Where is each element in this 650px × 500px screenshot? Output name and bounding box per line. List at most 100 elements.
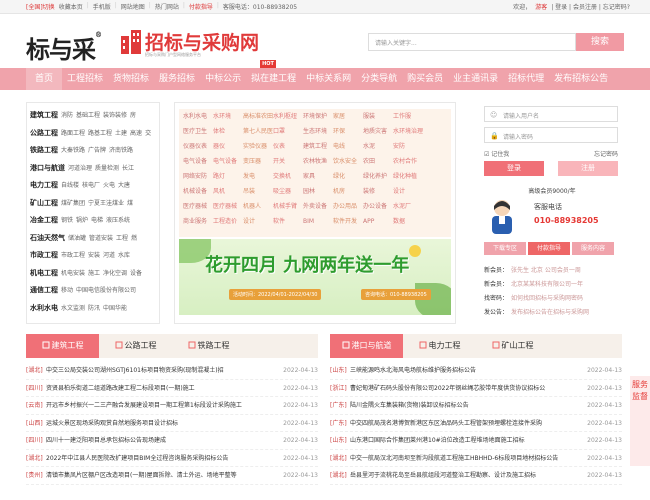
category-sub-link[interactable]: 水文监测 (61, 305, 85, 312)
tag-link[interactable]: 办公用品 (333, 199, 363, 214)
category-sub-link[interactable]: 路面工程 (61, 130, 85, 137)
payment-guide-link[interactable]: 付款指导 (189, 2, 213, 11)
notice-item[interactable]: 发公告： 发布招标公告在招标与采购网 (484, 306, 620, 320)
tag-link[interactable]: 建筑工程 (303, 139, 333, 154)
tag-link[interactable]: 装修 (363, 184, 393, 199)
category-name[interactable]: 电力工程 (30, 181, 58, 189)
tag-link[interactable]: 风机 (213, 184, 243, 199)
search-input[interactable]: 请输入关键字... (368, 33, 576, 51)
tag-link[interactable]: 环保 (333, 124, 363, 139)
row-title[interactable]: 2022年中江县人民医院改扩建项目BIM全过程咨询服务采购招标公告 (46, 450, 276, 467)
mobile-link[interactable]: 手机版 (93, 2, 111, 11)
table-row[interactable]: [湖北] 中交一航局汉北河南坝至新沟段航道工程施工HBHHD-6标段项目地材招标公… (330, 450, 622, 467)
nav-item[interactable]: 分类导航 (356, 68, 402, 90)
tag-link[interactable]: 园林 (303, 184, 333, 199)
category-sub-link[interactable]: 河道 (103, 252, 115, 259)
tab-payment-guide[interactable]: 付款指导 (528, 242, 570, 255)
forget-password-link[interactable]: 忘记密码 (594, 149, 618, 158)
table-row[interactable]: [山东] 山东港口国际合作集团莱州港10#泊位改造工程堆场地面施工招标 2022-0… (330, 432, 622, 450)
category-sub-link[interactable]: 河道治理 (68, 165, 92, 172)
tag-link[interactable]: 家居 (333, 109, 363, 124)
board-tab[interactable]: 电力工程 (403, 334, 476, 358)
table-row[interactable]: [四川] 资贤县柏乐街道二组道路改建工程二标段项目(一期)施工 2022-04-13 (26, 380, 318, 397)
tag-link[interactable]: 农村合作 (393, 154, 423, 169)
tag-link[interactable]: 机械设备 (183, 184, 213, 199)
board-tab[interactable]: 公路工程 (99, 334, 172, 358)
category-sub-link[interactable]: 工程 (116, 235, 128, 242)
tab-download[interactable]: 下载专区 (484, 242, 526, 255)
tag-link[interactable]: 水泥厂 (393, 199, 423, 214)
table-row[interactable]: [广东] 陆川金隅火车集装箱(货物)装卸议标招标公告 2022-04-13 (330, 397, 622, 415)
tag-link[interactable]: 机房 (333, 184, 363, 199)
nav-item[interactable]: 服务招标 (154, 68, 200, 90)
tag-link[interactable]: 外卖设备 (303, 199, 333, 214)
nav-item[interactable]: 中标关系网 (301, 68, 356, 90)
tag-link[interactable]: 绿化种植 (393, 169, 423, 184)
nav-item[interactable]: 中标公示 (200, 68, 246, 90)
tag-link[interactable]: 医疗器械 (183, 199, 213, 214)
tag-link[interactable]: 路灯 (213, 169, 243, 184)
region-switch-link[interactable]: [全国]切换 (26, 2, 55, 11)
category-sub-link[interactable]: 电梯 (91, 217, 103, 224)
service-supervision-float[interactable]: 服务监督 (630, 376, 650, 466)
category-name[interactable]: 水利水电 (30, 304, 58, 312)
nav-item[interactable]: 购买会员 (402, 68, 448, 90)
login-button[interactable]: 登录 (484, 161, 544, 176)
category-sub-link[interactable]: 燃 (131, 235, 137, 242)
category-name[interactable]: 市政工程 (30, 251, 58, 259)
tag-link[interactable]: 医疗卫生 (183, 124, 213, 139)
tag-link[interactable]: 软件 (273, 214, 303, 229)
tag-link[interactable]: 水利水电 (183, 109, 213, 124)
category-sub-link[interactable]: 自线楼 (61, 182, 79, 189)
nav-item[interactable]: 业主通讯录 (448, 68, 503, 90)
category-sub-link[interactable]: 中国电信股份有限公司 (76, 287, 136, 294)
tag-link[interactable]: 第七人民医 (243, 124, 273, 139)
category-sub-link[interactable]: 长江 (122, 165, 134, 172)
nav-item[interactable]: 发布招标公告 (549, 68, 613, 90)
site-logo[interactable]: 标与采® (26, 30, 102, 65)
tag-link[interactable]: 医疗器械 (213, 199, 243, 214)
tag-link[interactable]: 器仪 (213, 139, 243, 154)
table-row[interactable]: [湖北] 中交三公局交装公司湖州SGTJ6101标项目物资采购(现制混凝土)招 20… (26, 362, 318, 380)
sitemap-link[interactable]: 网站地图 (121, 2, 145, 11)
category-sub-link[interactable]: 施工 (88, 270, 100, 277)
tag-link[interactable]: 电气设备 (213, 154, 243, 169)
row-title[interactable]: 四川十一建泛阳项目总承包招标公告现场建成 (46, 432, 276, 449)
table-row[interactable]: [云南] 开远市乡村振兴一二三产融合发展建设项目一期工程第1标段设计采购施工 202… (26, 397, 318, 415)
category-sub-link[interactable]: 交 (145, 130, 151, 137)
category-sub-link[interactable]: 高速 (130, 130, 142, 137)
category-sub-link[interactable]: 机电安装 (61, 270, 85, 277)
category-sub-link[interactable]: 火电 (103, 182, 115, 189)
tag-link[interactable]: 绿化养护 (363, 169, 393, 184)
tag-link[interactable]: 高标准农田 (243, 109, 273, 124)
notice-item[interactable]: 找密码： 如何找回招标与采购网密码 (484, 292, 620, 306)
tag-link[interactable]: 地质灾害 (363, 124, 393, 139)
row-title[interactable]: 清镇市集凤片区棚户区改造项目(一期)屋面拆除、清土外运、场地平整等 (46, 467, 276, 484)
category-name[interactable]: 铁路工程 (30, 146, 58, 154)
category-sub-link[interactable]: 设备 (130, 270, 142, 277)
row-title[interactable]: 曹妃甸港矿石码头股份有限公司2022年钢丝绳芯胶带年度供货协议招标公 (350, 380, 580, 397)
row-title[interactable]: 中交三公局交装公司湖州SGTJ6101标项目物资采购(现制混凝土)招 (46, 362, 276, 379)
tag-link[interactable]: 水环境治理 (393, 124, 423, 139)
tag-link[interactable]: 电气设备 (183, 154, 213, 169)
category-name[interactable]: 建筑工程 (30, 111, 58, 119)
category-name[interactable]: 通信工程 (30, 286, 58, 294)
tag-link[interactable]: 服装 (363, 109, 393, 124)
tag-link[interactable]: 水泥 (363, 139, 393, 154)
notice-item[interactable]: 新会员： 张先生 北京 公司会员一周 (484, 264, 620, 278)
row-title[interactable]: 开远市乡村振兴一二三产融合发展建设项目一期工程第1标段设计采购施工 (46, 397, 276, 414)
guest-link[interactable]: 游客 (535, 2, 547, 11)
category-sub-link[interactable]: 煤 (127, 200, 133, 207)
tag-link[interactable]: 环境保护 (303, 109, 333, 124)
table-row[interactable]: [湖北] 2022年中江县人民医院改扩建项目BIM全过程咨询服务采购招标公告 202… (26, 450, 318, 467)
row-title[interactable]: 运城火景区现场采购观赏自然地服务项目设计招标 (46, 415, 276, 432)
tag-link[interactable]: 商业服务 (183, 214, 213, 229)
tag-link[interactable]: 水利枢纽 (273, 109, 303, 124)
tag-link[interactable]: 水环境 (213, 109, 243, 124)
board-tab[interactable]: 建筑工程 (26, 334, 99, 358)
table-row[interactable]: [广东] 中交四航局茂名港博贺新港区东区油品码头工程管架预埋螺栓连接件采购 2022… (330, 415, 622, 432)
row-title[interactable]: 陆川金隅火车集装箱(货物)装卸议标招标公告 (350, 397, 580, 414)
row-title[interactable]: 岳县里河于流桃花岛至岳县航组段河道整治工程勘察、设计及施工招标 (350, 467, 580, 484)
tag-link[interactable]: 农林牧渔 (303, 154, 333, 169)
password-field[interactable]: 🔒 请输入密码 (484, 127, 618, 143)
